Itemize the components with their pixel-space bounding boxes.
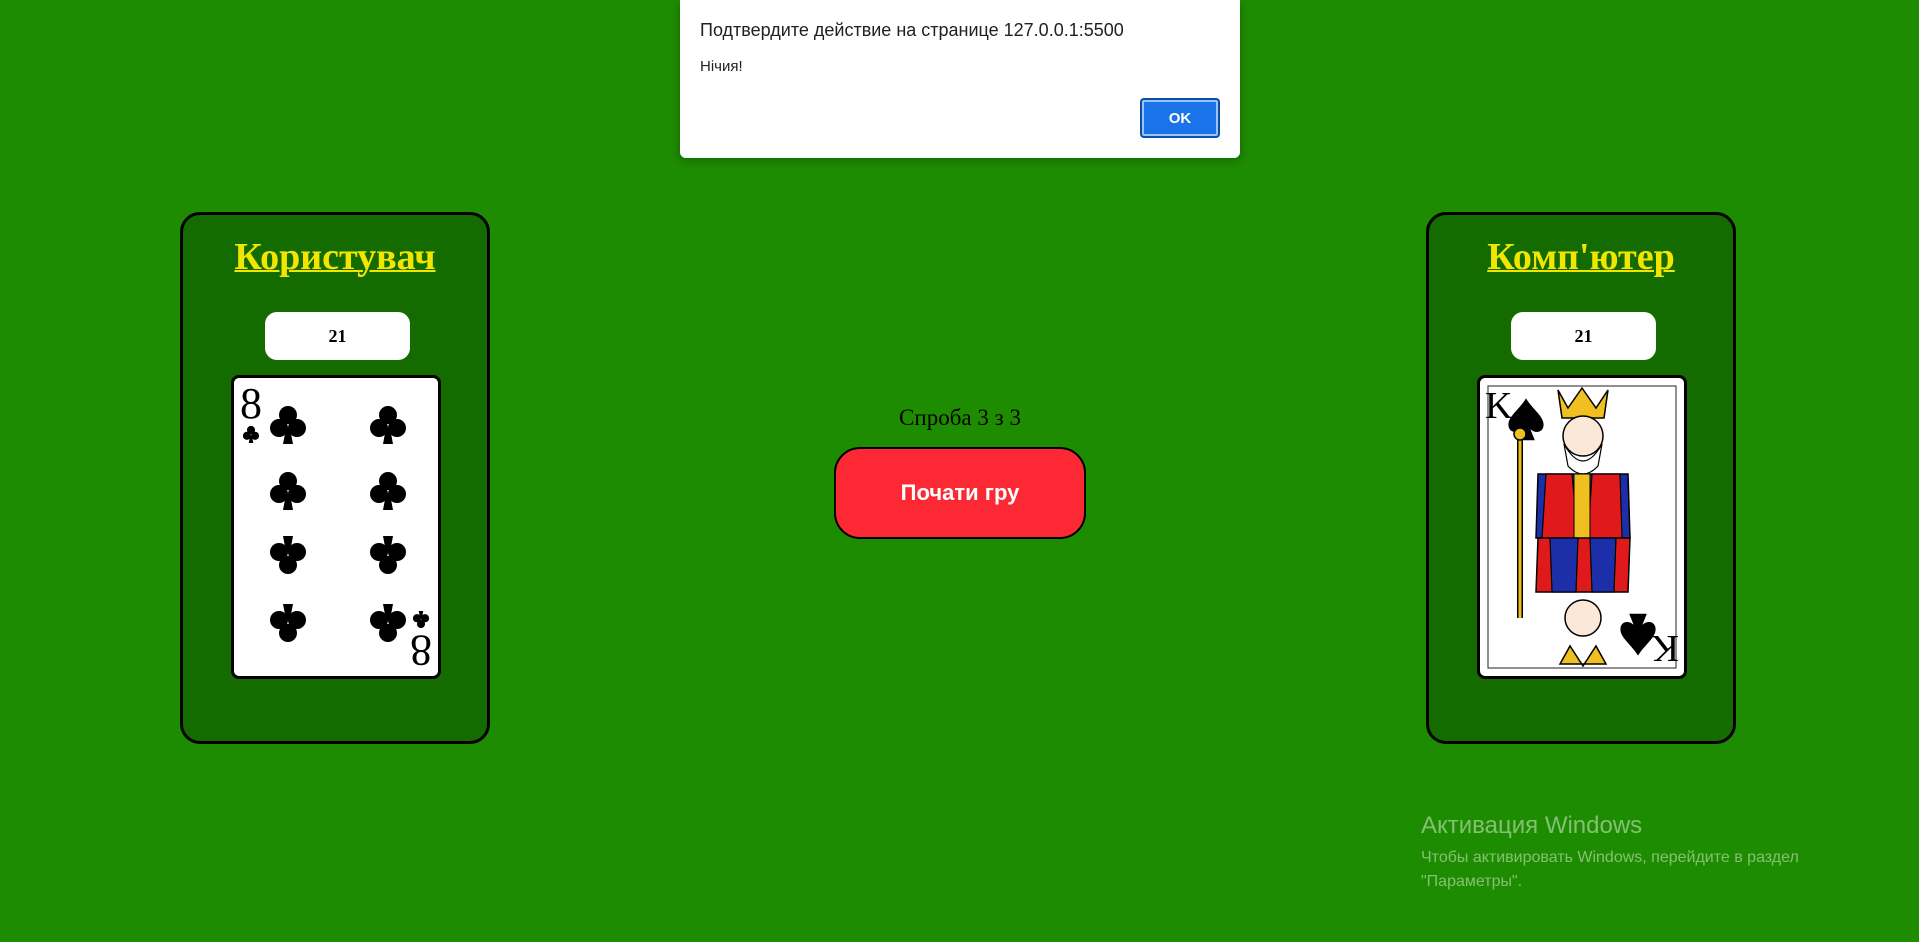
computer-title: Комп'ютер [1487,236,1675,278]
computer-panel: Комп'ютер 21 K K [1426,212,1736,744]
watermark-line-1: Чтобы активировать Windows, перейдите в … [1421,849,1799,866]
king-of-spades-card: K K [1485,385,1679,669]
windows-activation-watermark: Активация Windows Чтобы активировать Win… [1421,812,1901,894]
game-page: Користувач 21 8 8 Комп'ютер 21 K K Спроб… [0,0,1919,942]
start-game-button[interactable]: Почати гру [834,447,1086,539]
watermark-title: Активация Windows [1421,812,1643,839]
user-card: 8 8 [231,375,441,679]
user-title: Користувач [234,236,436,278]
king-rank-bottom: K [1651,627,1679,669]
ok-button[interactable]: OK [1140,98,1220,138]
user-panel: Користувач 21 8 8 [180,212,490,744]
watermark-line-2: "Параметры". [1421,873,1523,890]
computer-card: K K [1477,375,1687,679]
attempt-counter: Спроба 3 з 3 [899,405,1021,430]
rank-top: 8 [240,379,262,428]
user-score: 21 [265,312,410,360]
king-rank-top: K [1485,385,1513,427]
rank-bottom: 8 [410,626,432,675]
computer-score: 21 [1511,312,1656,360]
eight-of-clubs-card: 8 8 [240,379,432,675]
alert-dialog: Подтвердите действие на странице 127.0.0… [680,0,1240,158]
dialog-message: Нічия! [700,58,743,75]
dialog-title: Подтвердите действие на странице 127.0.0… [700,20,1124,40]
